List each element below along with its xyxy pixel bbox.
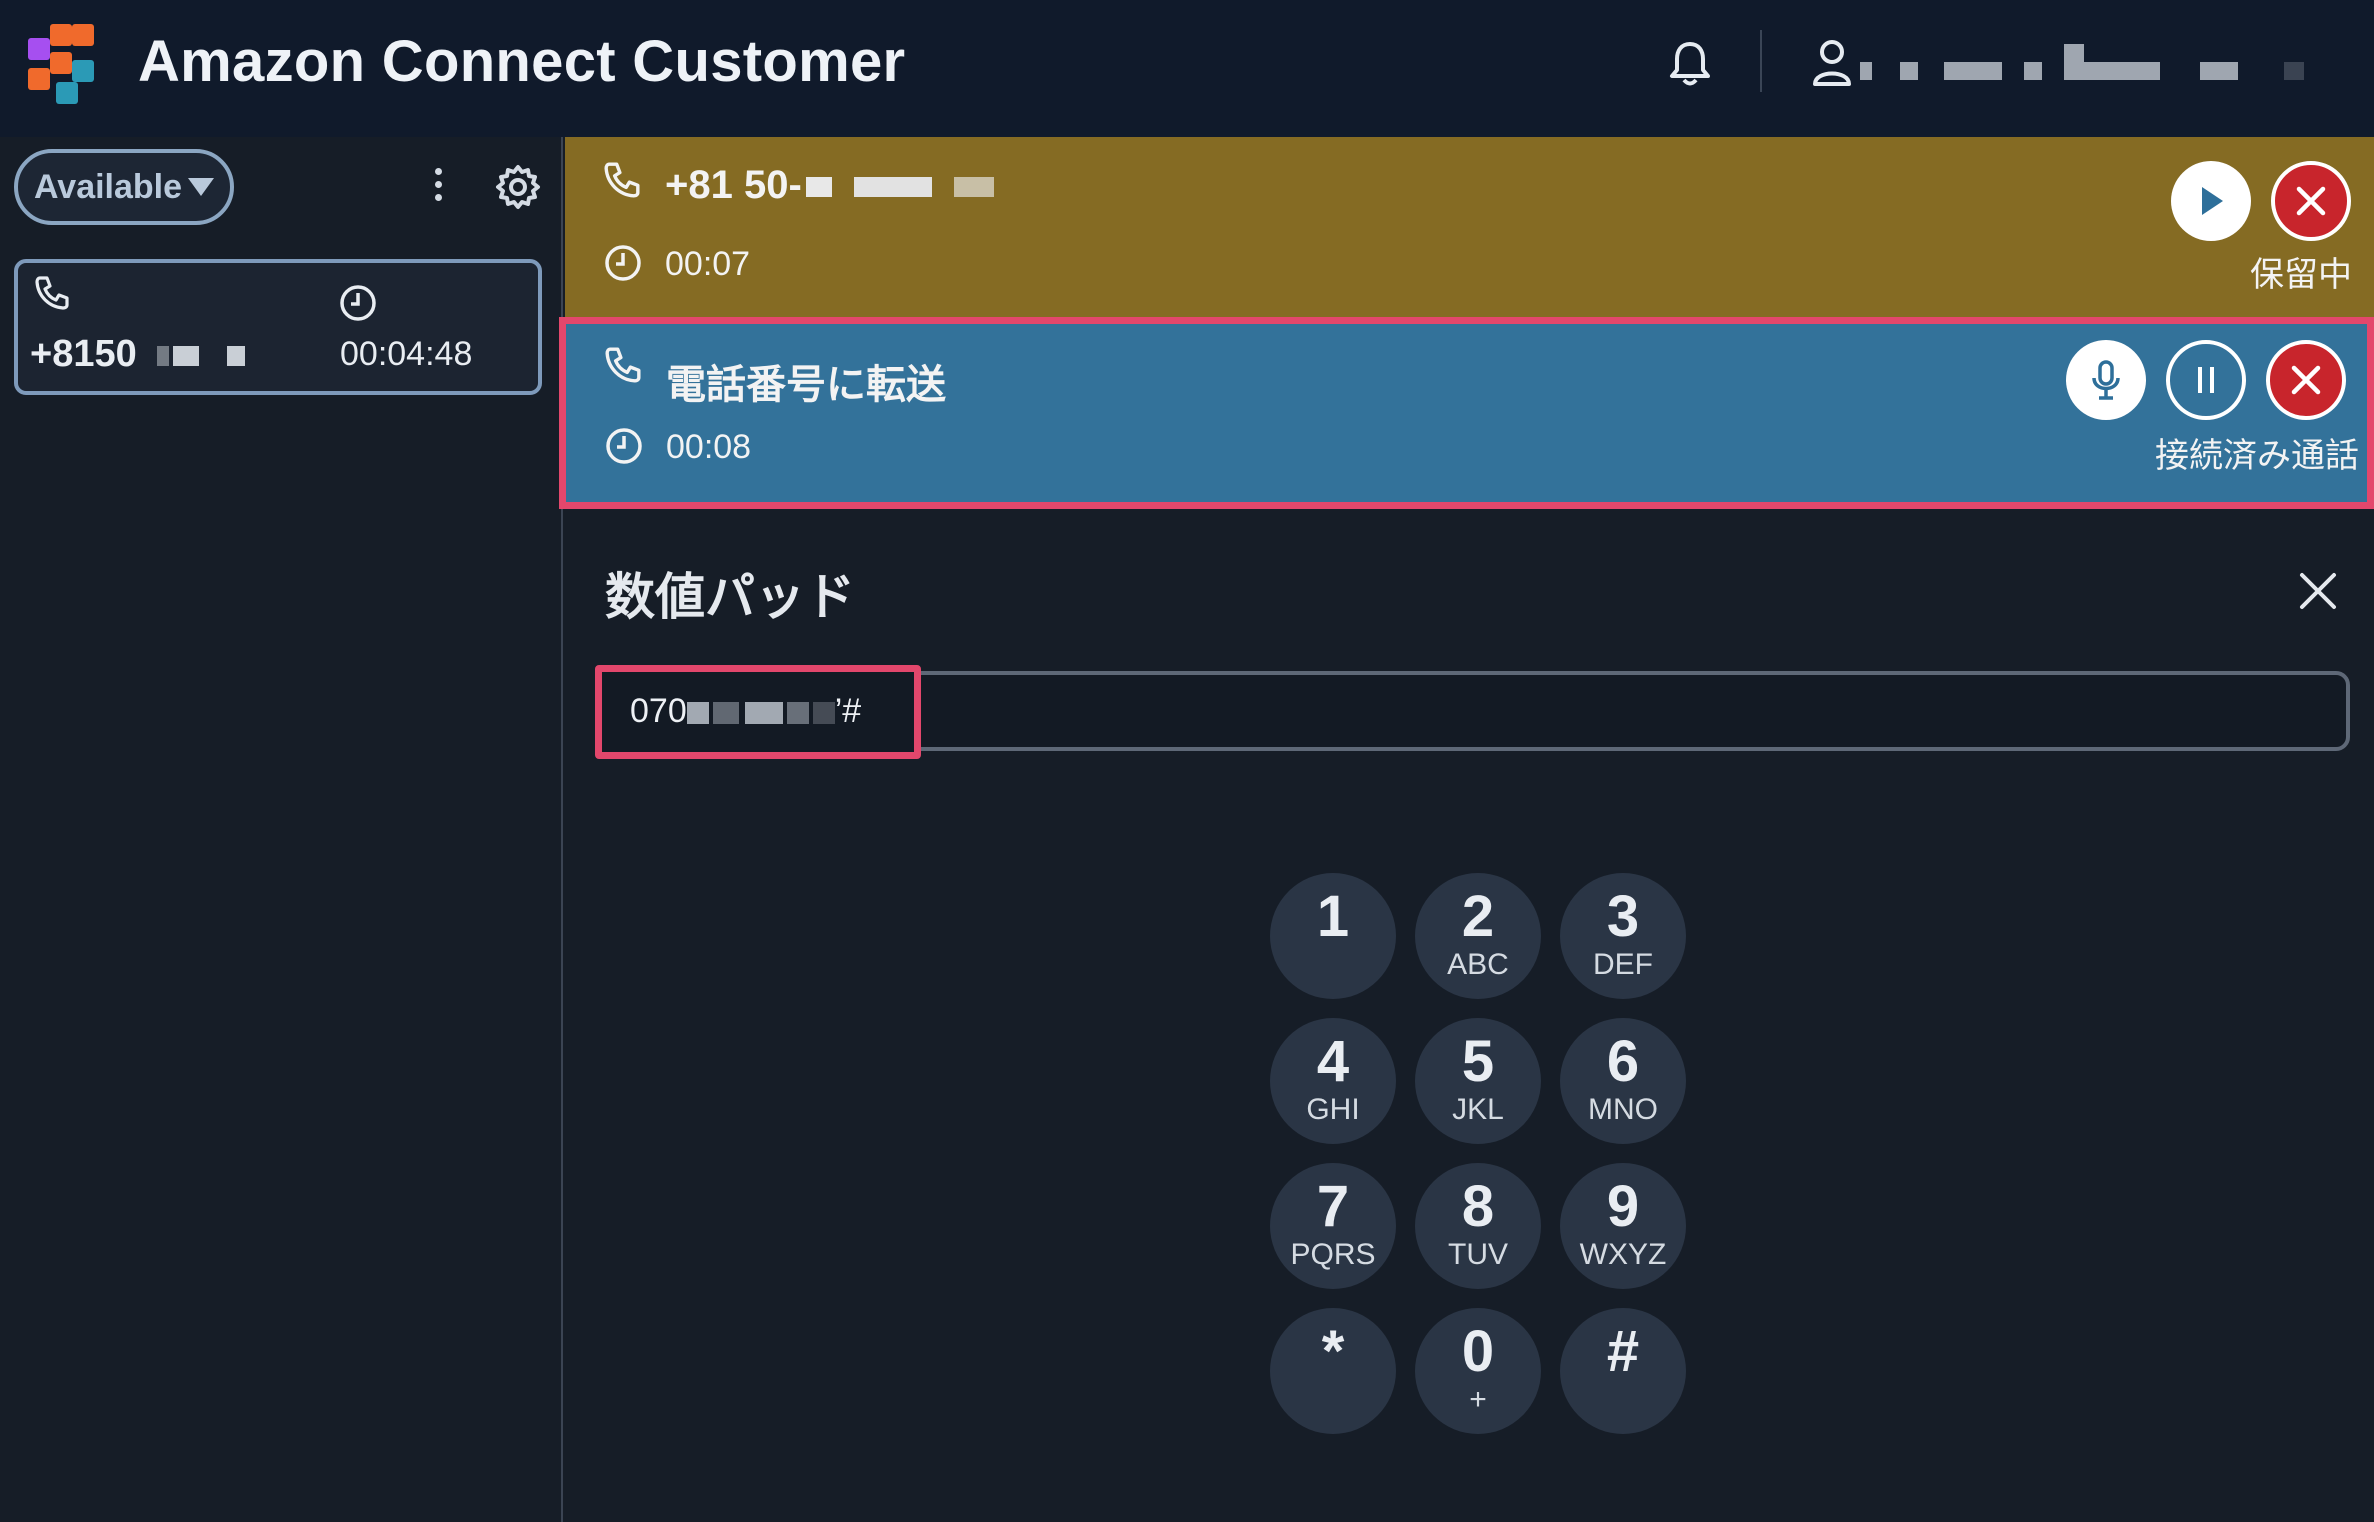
key-0[interactable]: 0 +	[1415, 1308, 1541, 1434]
header-divider	[1760, 30, 1762, 92]
clock-icon	[340, 285, 376, 321]
notification-bell-icon[interactable]	[1668, 40, 1712, 88]
agent-status-label: Available	[34, 167, 183, 206]
key-5[interactable]: 5 JKL	[1415, 1018, 1541, 1144]
held-status-label: 保留中	[2250, 256, 2352, 294]
key-1[interactable]: 1	[1270, 873, 1396, 999]
app-title: Amazon Connect Customer	[138, 29, 906, 94]
clock-icon	[606, 428, 642, 464]
mute-button[interactable]	[2066, 340, 2146, 420]
more-options-icon[interactable]	[428, 165, 448, 211]
dial-value: 070 ’#	[630, 692, 862, 730]
resume-call-button[interactable]	[2171, 161, 2251, 241]
dial-value-highlight[interactable]: 070 ’#	[595, 665, 921, 759]
connected-call-row: 電話番号に転送 00:08 接続済み通話	[559, 317, 2374, 509]
close-icon	[2291, 365, 2321, 395]
user-profile-icon[interactable]	[1812, 38, 1860, 88]
phone-icon	[35, 276, 69, 310]
end-held-call-button[interactable]	[2271, 161, 2351, 241]
amazon-connect-logo	[28, 24, 94, 104]
phone-icon	[605, 347, 641, 383]
key-hash[interactable]: #	[1560, 1308, 1686, 1434]
connected-call-title: 電話番号に転送	[666, 363, 946, 407]
numpad-title: 数値パッド	[605, 569, 855, 625]
key-9[interactable]: 9 WXYZ	[1560, 1163, 1686, 1289]
held-call-number: +81 50-	[665, 163, 994, 208]
key-8[interactable]: 8 TUV	[1415, 1163, 1541, 1289]
agent-sidebar: Available +8150 00:04:48	[0, 137, 563, 1522]
play-icon	[2202, 187, 2223, 215]
agent-status-dropdown[interactable]: Available	[14, 149, 234, 225]
key-4[interactable]: 4 GHI	[1270, 1018, 1396, 1144]
active-contact-card[interactable]: +8150 00:04:48	[14, 259, 542, 395]
end-connected-call-button[interactable]	[2266, 340, 2346, 420]
gear-icon[interactable]	[494, 163, 542, 211]
top-bar: Amazon Connect Customer	[0, 0, 2374, 137]
phone-icon	[604, 162, 640, 198]
key-7[interactable]: 7 PQRS	[1270, 1163, 1396, 1289]
dial-keypad: 1 2 ABC 3 DEF 4 GHI 5 JKL 6 MNO 7 PQRS 8 TUV 9W…	[1270, 873, 1690, 1434]
key-star[interactable]: *	[1270, 1308, 1396, 1434]
clock-icon	[605, 245, 641, 281]
held-call-timer: 00:07	[665, 245, 751, 283]
chevron-down-icon	[188, 178, 215, 196]
close-icon	[2296, 186, 2326, 216]
connected-call-timer: 00:08	[666, 428, 752, 466]
key-6[interactable]: 6 MNO	[1560, 1018, 1686, 1144]
key-3[interactable]: 3 DEF	[1560, 873, 1686, 999]
pause-icon	[2198, 367, 2214, 393]
key-2[interactable]: 2 ABC	[1415, 873, 1541, 999]
microphone-icon	[2092, 360, 2120, 400]
held-call-row: +81 50- 00:07 保留中	[565, 137, 2374, 317]
contact-timer: 00:04:48	[340, 335, 473, 373]
close-numpad-icon[interactable]	[2296, 569, 2340, 613]
connected-status-label: 接続済み通話	[2155, 437, 2359, 475]
hold-button[interactable]	[2166, 340, 2246, 420]
contact-phone-number: +8150	[30, 333, 245, 376]
call-panel: +81 50- 00:07 保留中 電話番号に転送 00:08 接続済み通話 数…	[559, 137, 2374, 1522]
redacted-username[interactable]	[1860, 44, 2310, 84]
